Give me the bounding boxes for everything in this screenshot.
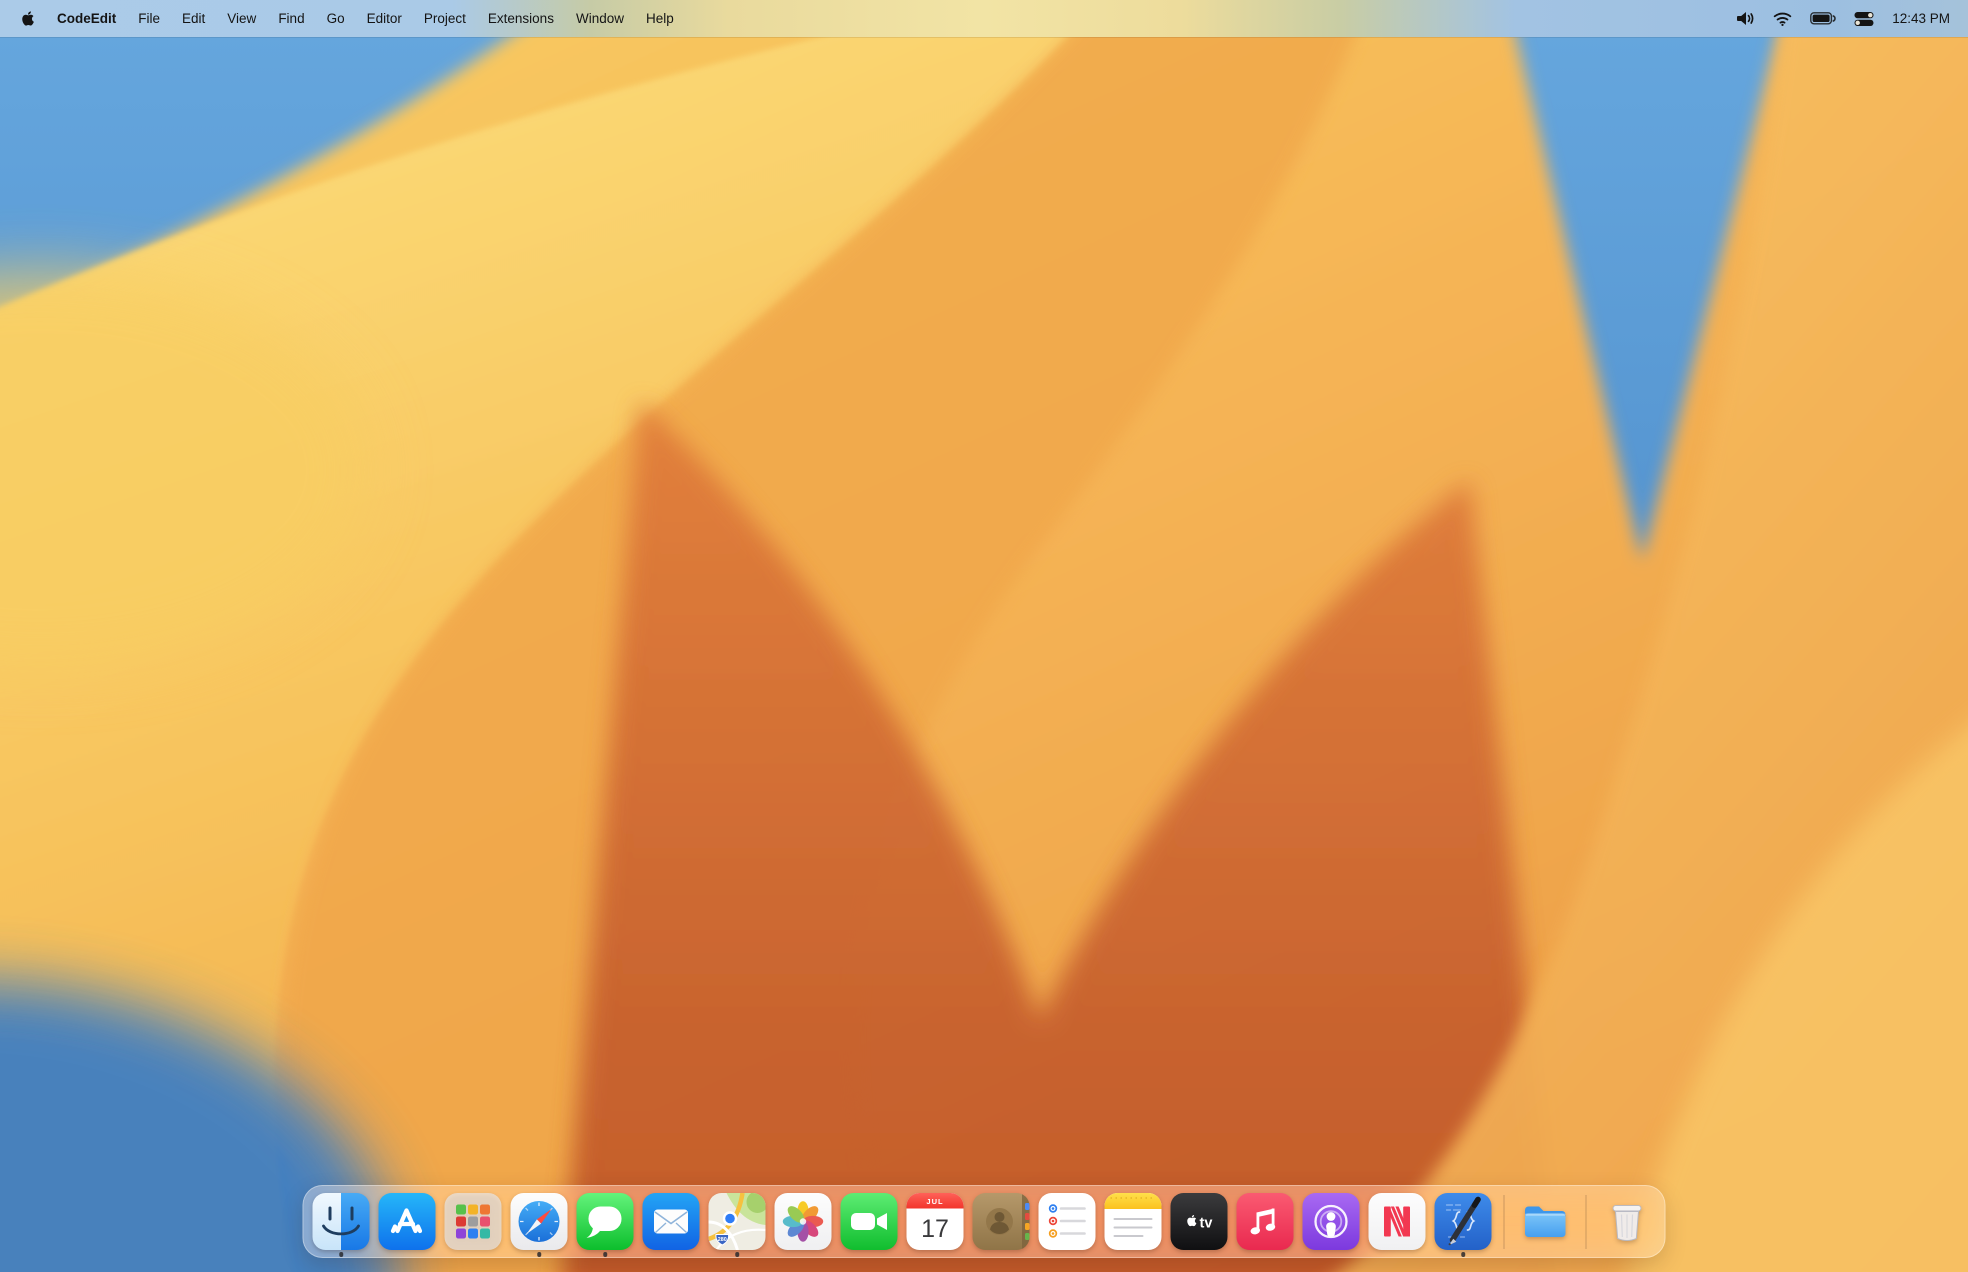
battery-icon[interactable] [1801, 12, 1845, 25]
dock-item-trash[interactable] [1599, 1193, 1656, 1250]
calendar-icon: JUL 17 [907, 1193, 964, 1250]
app-menu-codeedit[interactable]: CodeEdit [46, 0, 127, 37]
running-indicator [735, 1252, 740, 1257]
reminders-icon [1039, 1193, 1096, 1250]
running-indicator [339, 1252, 344, 1257]
control-center-icon[interactable] [1845, 11, 1883, 27]
safari-icon [511, 1193, 568, 1250]
dock-item-tv[interactable]: tv [1171, 1193, 1228, 1250]
running-indicator [1461, 1252, 1466, 1257]
messages-icon [577, 1193, 634, 1250]
contacts-icon [973, 1193, 1030, 1250]
music-icon [1237, 1193, 1294, 1250]
dock-item-launchpad[interactable] [445, 1193, 502, 1250]
running-indicator [537, 1252, 542, 1257]
menu-item-edit[interactable]: Edit [171, 0, 216, 37]
menu-item-view[interactable]: View [216, 0, 267, 37]
wifi-icon[interactable] [1764, 12, 1801, 26]
menu-item-file[interactable]: File [127, 0, 171, 37]
dock-item-podcasts[interactable] [1303, 1193, 1360, 1250]
volume-icon[interactable] [1727, 11, 1764, 26]
dock-item-notes[interactable] [1105, 1193, 1162, 1250]
trash-icon [1599, 1193, 1656, 1250]
podcasts-icon [1303, 1193, 1360, 1250]
menu-item-project[interactable]: Project [413, 0, 477, 37]
dock-item-codeedit[interactable] [1435, 1193, 1492, 1250]
dock-item-maps[interactable]: 280 [709, 1193, 766, 1250]
maps-icon: 280 [709, 1193, 766, 1250]
dock-item-downloads-folder[interactable] [1517, 1193, 1574, 1250]
finder-icon [313, 1193, 370, 1250]
facetime-icon [841, 1193, 898, 1250]
menu-bar-clock[interactable]: 12:43 PM [1883, 0, 1958, 37]
desktop: CodeEdit File Edit View Find Go Editor P… [0, 0, 1968, 1272]
svg-text:280: 280 [718, 1237, 727, 1243]
dock-item-photos[interactable] [775, 1193, 832, 1250]
apple-menu[interactable] [10, 10, 46, 27]
menu-item-extensions[interactable]: Extensions [477, 0, 565, 37]
dock-item-news[interactable] [1369, 1193, 1426, 1250]
menu-item-find[interactable]: Find [267, 0, 315, 37]
launchpad-icon [445, 1193, 502, 1250]
dock-background: 280 [303, 1185, 1666, 1258]
menu-bar-left: CodeEdit File Edit View Find Go Editor P… [10, 0, 685, 37]
running-indicator [603, 1252, 608, 1257]
menu-bar: CodeEdit File Edit View Find Go Editor P… [0, 0, 1968, 37]
dock-item-safari[interactable] [511, 1193, 568, 1250]
apple-logo-icon [20, 10, 34, 27]
wallpaper-art [0, 0, 1968, 1272]
dock-item-reminders[interactable] [1039, 1193, 1096, 1250]
menu-item-editor[interactable]: Editor [356, 0, 413, 37]
dock-item-finder[interactable] [313, 1193, 370, 1250]
dock-item-contacts[interactable] [973, 1193, 1030, 1250]
news-icon [1369, 1193, 1426, 1250]
photos-icon [775, 1193, 832, 1250]
menu-item-help[interactable]: Help [635, 0, 685, 37]
dock-divider [1504, 1195, 1505, 1249]
dock: 280 [303, 1185, 1666, 1258]
dock-item-music[interactable] [1237, 1193, 1294, 1250]
mail-icon [643, 1193, 700, 1250]
dock-item-facetime[interactable] [841, 1193, 898, 1250]
dock-item-messages[interactable] [577, 1193, 634, 1250]
app-store-icon [379, 1193, 436, 1250]
notes-icon [1105, 1193, 1162, 1250]
apple-tv-icon: tv [1171, 1193, 1228, 1250]
desktop-wallpaper [0, 0, 1968, 1272]
dock-item-calendar[interactable]: JUL 17 [907, 1193, 964, 1250]
menu-item-window[interactable]: Window [565, 0, 635, 37]
codeedit-icon [1435, 1193, 1492, 1250]
folder-icon [1517, 1193, 1574, 1250]
dock-divider [1586, 1195, 1587, 1249]
svg-text:JUL: JUL [926, 1197, 943, 1206]
svg-text:tv: tv [1200, 1216, 1213, 1232]
dock-item-app-store[interactable] [379, 1193, 436, 1250]
menu-item-go[interactable]: Go [316, 0, 356, 37]
svg-text:17: 17 [921, 1215, 949, 1243]
dock-item-mail[interactable] [643, 1193, 700, 1250]
menu-bar-status: 12:43 PM [1727, 0, 1958, 37]
